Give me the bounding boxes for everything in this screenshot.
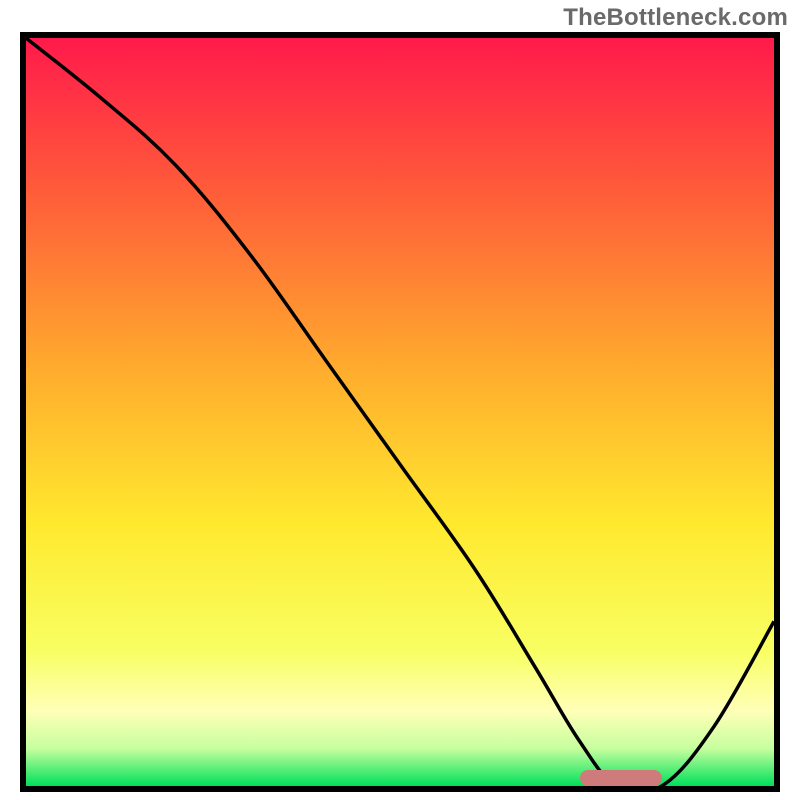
watermark-text: TheBottleneck.com — [563, 4, 788, 32]
plot-area — [20, 32, 780, 792]
curve-layer — [26, 38, 774, 786]
optimal-zone-marker — [580, 770, 662, 786]
bottleneck-curve-path — [26, 38, 774, 786]
chart-container: TheBottleneck.com — [0, 0, 800, 800]
